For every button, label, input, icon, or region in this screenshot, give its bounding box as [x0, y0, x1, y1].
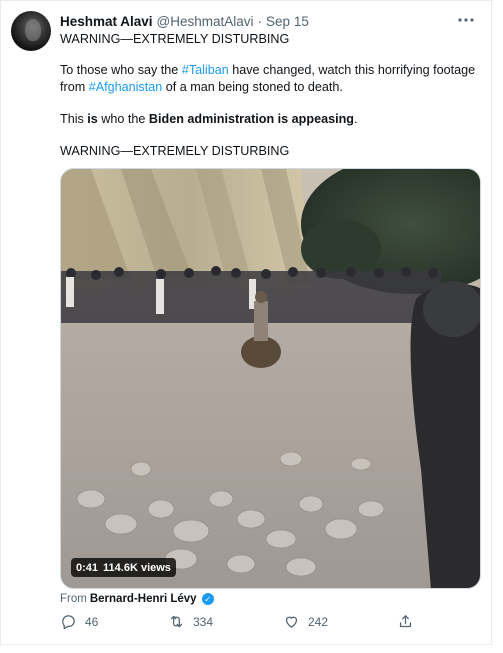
- tweet-text-biden: This is who the Biden administration is …: [60, 111, 480, 128]
- text-segment: This: [60, 112, 88, 126]
- text-segment: who the: [97, 112, 149, 126]
- video-player[interactable]: 0:41 114.6K views: [60, 168, 481, 589]
- like-button[interactable]: 242: [283, 613, 328, 630]
- action-bar: 46 334 242: [60, 613, 420, 635]
- author-name[interactable]: Heshmat Alavi: [60, 14, 153, 29]
- tweet-text-body: To those who say the #Taliban have chang…: [60, 62, 480, 96]
- hashtag-taliban[interactable]: #Taliban: [182, 63, 229, 77]
- video-stats-badge: 0:41 114.6K views: [71, 558, 176, 577]
- retweet-count: 334: [193, 614, 214, 629]
- tweet-text-warning-2: WARNING—EXTREMELY DISTURBING: [60, 144, 290, 158]
- source-name[interactable]: Bernard-Henri Lévy: [90, 593, 197, 605]
- video-duration: 0:41: [76, 561, 99, 574]
- avatar[interactable]: [11, 11, 51, 51]
- text-segment: of a man being stoned to death.: [162, 80, 343, 94]
- tweet-header: Heshmat Alavi @HeshmatAlavi · Sep 15: [60, 12, 309, 30]
- text-bold: is: [87, 112, 98, 126]
- text-bold: Biden administration: [148, 112, 275, 126]
- text-bold: is appeasing: [277, 112, 354, 126]
- text-segment: To those who say the: [60, 63, 182, 77]
- more-options-icon[interactable]: [457, 11, 475, 29]
- source-attribution: From Bernard-Henri Lévy ✓: [60, 593, 214, 605]
- tweet-date[interactable]: Sep 15: [266, 14, 309, 29]
- separator-dot: ·: [257, 13, 263, 29]
- author-handle[interactable]: @HeshmatAlavi: [157, 14, 254, 29]
- share-icon: [399, 615, 412, 628]
- retweet-icon: [170, 615, 183, 628]
- verified-badge-icon: ✓: [201, 593, 214, 605]
- reply-button[interactable]: 46: [60, 613, 98, 630]
- tweet-text-warning: WARNING—EXTREMELY DISTURBING: [60, 32, 290, 46]
- text-segment: .: [353, 112, 358, 126]
- like-count: 242: [308, 614, 329, 629]
- tweet-card[interactable]: Heshmat Alavi @HeshmatAlavi · Sep 15 WAR…: [0, 0, 492, 645]
- video-views: 114.6K views: [103, 561, 171, 574]
- hashtag-afghanistan[interactable]: #Afghanistan: [89, 80, 163, 94]
- heart-icon: [285, 616, 298, 628]
- retweet-button[interactable]: 334: [168, 613, 213, 630]
- reply-count: 46: [85, 614, 99, 629]
- source-prefix: From: [60, 593, 87, 605]
- share-button[interactable]: [397, 613, 414, 630]
- video-frame: [61, 169, 480, 588]
- reply-icon: [62, 615, 75, 630]
